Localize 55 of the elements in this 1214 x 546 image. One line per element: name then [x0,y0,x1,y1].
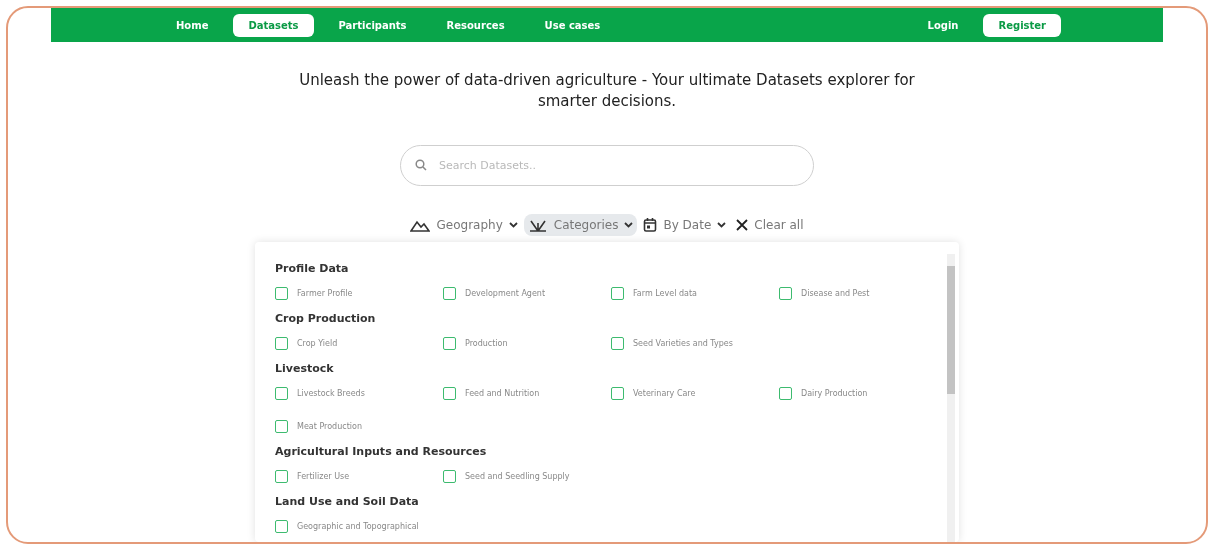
category-checkbox[interactable]: Seed Varieties and Types [611,337,779,350]
checkbox[interactable] [275,387,288,400]
checkbox[interactable] [779,387,792,400]
category-checkbox[interactable]: Feed and Nutrition [443,387,611,400]
filter-dropdown[interactable]: Categories [523,214,638,236]
filter-dropdown[interactable]: By Date [639,214,731,236]
checkbox[interactable] [611,287,624,300]
category-checkbox[interactable]: Livestock Breeds [275,387,443,400]
category-checkbox[interactable]: Development Agent [443,287,611,300]
chevron-down-icon [717,222,727,228]
scrollbar[interactable] [947,254,955,542]
checkbox[interactable] [275,420,288,433]
category-checkbox[interactable]: Geographic and Topographical [275,520,443,533]
nav-link[interactable]: Resources [431,13,520,37]
category-checkbox[interactable]: Farm Level data [611,287,779,300]
calendar-icon [643,217,658,233]
category-checkbox[interactable]: Fertilizer Use [275,470,443,483]
checkbox[interactable] [275,520,288,533]
group-title: Profile Data [275,262,350,275]
headline: Unleash the power of data-driven agriculture - Your ultimate Datasets explorer for smarter decisions. [298,70,916,112]
checkbox[interactable] [443,337,456,350]
search-field[interactable]: Search Datasets.. [400,145,814,186]
nav-link[interactable]: Datasets [233,13,314,37]
filter-dropdown[interactable]: Geography [406,214,522,236]
checkbox[interactable] [275,337,288,350]
chevron-down-icon [508,222,518,228]
checkbox[interactable] [611,387,624,400]
close-icon [736,219,749,231]
category-checkbox[interactable]: Crop Yield [275,337,443,350]
group-title: Land Use and Soil Data [275,495,420,508]
checkbox[interactable] [275,470,288,483]
category-checkbox[interactable]: Dairy Production [779,387,947,400]
auth-button[interactable]: Register [983,13,1061,37]
nav-link[interactable]: Use cases [529,13,616,37]
category-checkbox[interactable]: Production [443,337,611,350]
auth-button[interactable]: Login [912,13,974,37]
category-checkbox[interactable]: Veterinary Care [611,387,779,400]
clear-all-button[interactable]: Clear all [732,215,808,235]
category-checkbox[interactable]: Disease and Pest [779,287,947,300]
chevron-down-icon [624,222,634,228]
search-icon [415,159,427,171]
group-title: Livestock [275,362,335,375]
checkbox[interactable] [443,470,456,483]
category-checkbox[interactable]: Meat Production [275,420,443,433]
checkbox[interactable] [443,287,456,300]
checkbox[interactable] [275,287,288,300]
checkbox[interactable] [779,287,792,300]
category-checkbox[interactable]: Farmer Profile [275,287,443,300]
group-title: Crop Production [275,312,377,325]
category-checkbox[interactable]: Seed and Seedling Supply [443,470,611,483]
nav-link[interactable]: Participants [323,13,422,37]
group-title: Agricultural Inputs and Resources [275,445,488,458]
checkbox[interactable] [443,387,456,400]
nav-link[interactable]: Home [161,13,224,37]
checkbox[interactable] [611,337,624,350]
